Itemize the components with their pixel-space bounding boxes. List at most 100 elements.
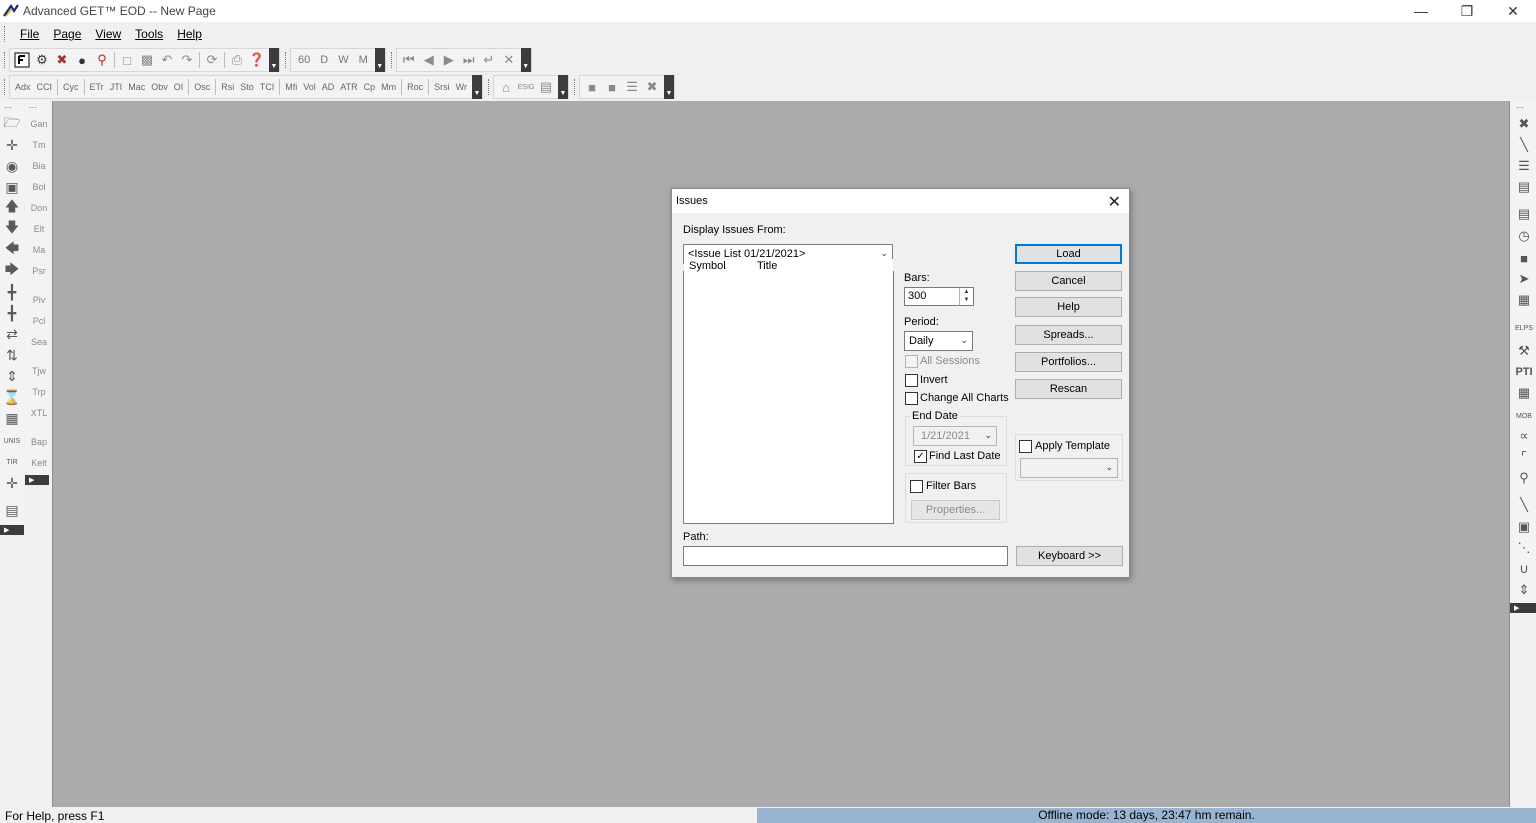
study-xtl[interactable]: XTL: [28, 408, 50, 418]
all-sessions-checkbox[interactable]: [905, 355, 918, 368]
right-tools-dropdown[interactable]: ▶: [1510, 603, 1536, 613]
arrow-right-icon[interactable]: 🡆: [3, 261, 21, 280]
horizontal-line-icon[interactable]: ▤: [1515, 205, 1533, 223]
left-tools-dropdown[interactable]: ▶: [0, 525, 24, 535]
menu-help[interactable]: Help: [170, 27, 209, 41]
globe-icon[interactable]: ●: [72, 50, 92, 70]
find-last-date-checkbox[interactable]: ✓: [914, 450, 927, 463]
toolbar-overflow-dropdown[interactable]: ▼: [558, 75, 569, 99]
delete-drawing-icon[interactable]: ✖: [1515, 115, 1533, 133]
indicator-srsi[interactable]: Srsi: [431, 82, 453, 92]
ruler-icon[interactable]: ▤: [3, 501, 21, 519]
pivot-tool-icon[interactable]: ╋: [3, 283, 21, 301]
column-title[interactable]: Title: [757, 260, 777, 272]
toolbar2-grip[interactable]: [4, 79, 7, 95]
toolbar-overflow-dropdown[interactable]: ▼: [520, 48, 531, 72]
expand-horizontal-icon[interactable]: ⇄: [3, 325, 21, 343]
last-bar-icon[interactable]: ⏭: [459, 50, 479, 70]
cancel-button[interactable]: Cancel: [1015, 271, 1122, 291]
spinner-arrows-icon[interactable]: ▲ ▼: [959, 288, 973, 305]
layout-close-icon[interactable]: ✖: [642, 77, 662, 97]
indicator-rsi[interactable]: Rsi: [218, 82, 237, 92]
study-tm[interactable]: Tm: [28, 140, 50, 150]
compress-icon[interactable]: ⇅: [3, 346, 21, 364]
study-piv[interactable]: Piv: [28, 295, 50, 305]
elbow-line-icon[interactable]: ⌜: [1515, 448, 1533, 466]
toolbar-overflow-dropdown[interactable]: ▼: [664, 75, 675, 99]
indicator-mfi[interactable]: Mfi: [282, 82, 300, 92]
invert-checkbox[interactable]: [905, 374, 918, 387]
scan-icon[interactable]: ✖: [52, 50, 72, 70]
study-bol[interactable]: Bol: [28, 182, 50, 192]
toolbar-overflow-dropdown[interactable]: ▼: [374, 48, 385, 72]
menu-tools[interactable]: Tools: [128, 27, 170, 41]
zoom-icon[interactable]: ⚲: [1515, 469, 1533, 487]
end-date-picker[interactable]: 1/21/2021 ⌄: [913, 426, 997, 446]
period-60-button[interactable]: 60: [293, 54, 315, 66]
arrow-left-icon[interactable]: 🡄: [3, 240, 21, 259]
arrow-down-icon[interactable]: 🡇: [3, 219, 21, 238]
ellipse-tool-icon[interactable]: ELPS: [1515, 319, 1533, 337]
indicator-cci[interactable]: CCI: [34, 82, 56, 92]
indicator-obv[interactable]: Obv: [148, 82, 171, 92]
bars-spinner[interactable]: 300 ▲ ▼: [904, 287, 974, 306]
new-chart-icon[interactable]: [12, 50, 32, 70]
study-kelt[interactable]: Kelt: [28, 458, 50, 468]
indicator-cp[interactable]: Cp: [361, 82, 379, 92]
study-psr[interactable]: Psr: [28, 266, 50, 276]
fibonacci-icon[interactable]: ∝: [1515, 427, 1533, 445]
fan-lines-icon[interactable]: ➤: [1515, 270, 1533, 288]
crosshair-tool-icon[interactable]: ✛: [3, 136, 21, 154]
indicator-mac[interactable]: Mac: [125, 82, 148, 92]
parallel-lines-icon[interactable]: ☰: [1515, 157, 1533, 175]
toolbar1c-grip[interactable]: [390, 52, 394, 68]
grid-small-icon[interactable]: ▣: [1515, 518, 1533, 536]
left-studies-dropdown[interactable]: ▶: [25, 475, 49, 485]
study-bia[interactable]: Bia: [28, 161, 50, 171]
expand-vertical-icon[interactable]: ⇕: [3, 367, 21, 385]
template-select[interactable]: ⌄: [1020, 458, 1118, 478]
indicator-atr[interactable]: ATR: [337, 82, 360, 92]
line-tool-icon[interactable]: ╲: [1515, 136, 1533, 154]
issue-listbox[interactable]: Symbol Title: [683, 259, 894, 524]
refresh-icon[interactable]: ⟳: [202, 50, 222, 70]
new-page-icon[interactable]: □: [117, 50, 137, 70]
print-icon[interactable]: ⎙: [227, 50, 247, 70]
pti-icon[interactable]: PTI: [1515, 363, 1533, 381]
mob-icon[interactable]: MOB: [1515, 407, 1533, 425]
indicator-roc[interactable]: Roc: [404, 82, 426, 92]
toolbar1-grip[interactable]: [4, 52, 7, 68]
layout-tile-icon[interactable]: ■: [602, 77, 622, 97]
gann-grid-icon[interactable]: ▦: [1515, 291, 1533, 309]
target-icon[interactable]: ◉: [3, 157, 21, 175]
save-page-icon[interactable]: ▩: [137, 50, 157, 70]
close-button[interactable]: ✕: [1490, 0, 1536, 22]
layout-single-icon[interactable]: ■: [582, 77, 602, 97]
properties-button[interactable]: Properties...: [911, 500, 1000, 520]
next-bar-icon[interactable]: ▶: [439, 50, 459, 70]
study-elt[interactable]: Elt: [28, 224, 50, 234]
study-don[interactable]: Don: [28, 203, 50, 213]
cancel-nav-icon[interactable]: ✕: [499, 50, 519, 70]
study-trp[interactable]: Trp: [28, 387, 50, 397]
indicator-osc[interactable]: Osc: [191, 82, 213, 92]
indicator-vol[interactable]: Vol: [300, 82, 319, 92]
menubar-grip[interactable]: [4, 26, 7, 42]
open-issue-icon[interactable]: ⚙: [32, 50, 52, 70]
wrench-icon[interactable]: ⚒: [1515, 342, 1533, 360]
spreads-button[interactable]: Spreads...: [1015, 325, 1122, 345]
rescan-button[interactable]: Rescan: [1015, 379, 1122, 399]
study-pcl[interactable]: Pcl: [28, 316, 50, 326]
clock-icon[interactable]: ◷: [1515, 227, 1533, 245]
study-tjw[interactable]: Tjw: [28, 366, 50, 376]
layout-rows-icon[interactable]: ☰: [622, 77, 642, 97]
magnet-icon[interactable]: ∪: [1515, 560, 1533, 578]
data-manager-icon[interactable]: ▤: [536, 77, 556, 97]
redo-icon[interactable]: ↷: [177, 50, 197, 70]
toolbar-overflow-dropdown[interactable]: ▼: [472, 75, 483, 99]
prev-bar-icon[interactable]: ◀: [419, 50, 439, 70]
period-daily-button[interactable]: D: [315, 54, 333, 66]
toolbar2b-grip[interactable]: [488, 79, 491, 95]
period-select[interactable]: Daily ⌄: [904, 331, 973, 351]
help-lightbulb-icon[interactable]: ❓: [247, 50, 267, 70]
